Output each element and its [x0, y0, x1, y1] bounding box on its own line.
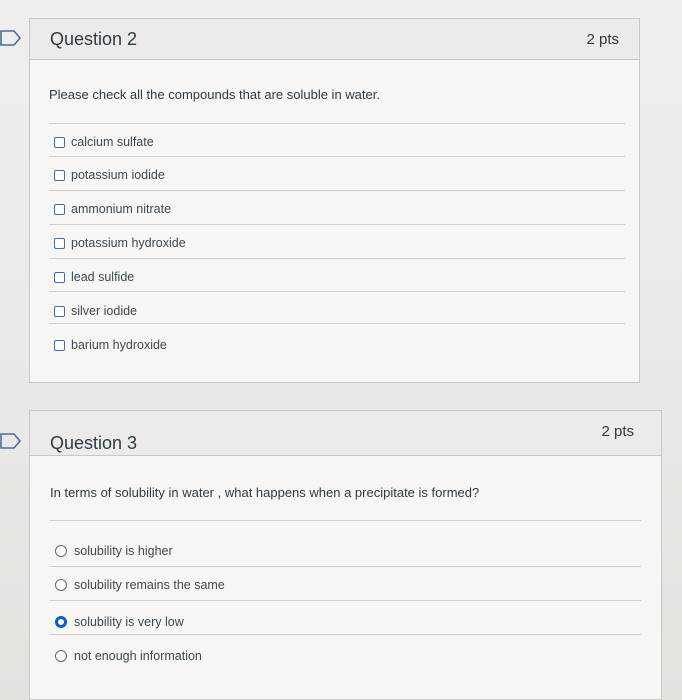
answer-label: solubility remains the same: [74, 578, 225, 592]
checkbox[interactable]: [54, 305, 65, 317]
question-2-points: 2 pts: [586, 31, 619, 48]
answer-option[interactable]: solubility is very low: [55, 611, 184, 633]
answer-option[interactable]: calcium sulfate: [54, 131, 154, 153]
answer-option[interactable]: potassium iodide: [54, 164, 165, 186]
answer-label: solubility is very low: [74, 615, 184, 629]
answer-label: barium hydroxide: [71, 338, 167, 352]
divider: [49, 123, 625, 124]
divider: [50, 566, 641, 567]
answer-label: not enough information: [74, 649, 202, 663]
checkbox[interactable]: [54, 203, 65, 215]
divider: [50, 520, 641, 521]
checkbox[interactable]: [54, 339, 65, 351]
radio-button-selected[interactable]: [55, 616, 67, 628]
flag-question-icon[interactable]: [0, 433, 22, 449]
divider: [49, 156, 625, 157]
question-3-header: Question 3 2 pts: [30, 411, 661, 456]
checkbox[interactable]: [54, 271, 65, 283]
answer-label: ammonium nitrate: [71, 202, 172, 216]
answer-label: potassium iodide: [71, 168, 165, 182]
flag-question-icon[interactable]: [0, 30, 22, 46]
checkbox[interactable]: [54, 237, 65, 249]
question-2-header: Question 2 2 pts: [30, 19, 639, 60]
checkbox[interactable]: [54, 136, 65, 148]
divider: [49, 258, 625, 259]
radio-button[interactable]: [55, 545, 67, 557]
answer-option[interactable]: silver iodide: [54, 300, 137, 322]
answer-option[interactable]: solubility is higher: [55, 540, 173, 562]
answer-label: solubility is higher: [74, 544, 173, 558]
question-3-card: Question 3 2 pts In terms of solubility …: [29, 410, 662, 700]
divider: [49, 224, 625, 225]
answer-label: silver iodide: [71, 304, 138, 318]
checkbox[interactable]: [54, 169, 65, 181]
answer-option[interactable]: solubility remains the same: [55, 574, 225, 596]
divider: [50, 600, 641, 601]
answer-option[interactable]: barium hydroxide: [54, 334, 167, 356]
question-3-title: Question 3: [50, 433, 138, 453]
radio-button[interactable]: [55, 650, 67, 662]
answer-option[interactable]: not enough information: [55, 645, 202, 667]
answer-label: lead sulfide: [71, 270, 135, 284]
answer-label: calcium sulfate: [71, 135, 154, 149]
question-2-card: Question 2 2 pts Please check all the co…: [29, 18, 640, 383]
quiz-page: Question 2 2 pts Please check all the co…: [0, 0, 682, 700]
radio-button[interactable]: [55, 579, 67, 591]
question-2-title: Question 2: [50, 29, 138, 49]
question-3-prompt: In terms of solubility in water , what h…: [50, 485, 480, 500]
answer-option[interactable]: lead sulfide: [54, 266, 134, 288]
answer-option[interactable]: potassium hydroxide: [54, 232, 186, 254]
divider: [49, 291, 625, 292]
answer-option[interactable]: ammonium nitrate: [54, 198, 171, 220]
answer-label: potassium hydroxide: [71, 236, 186, 250]
question-3-points: 2 pts: [601, 423, 634, 440]
divider: [49, 323, 625, 324]
divider: [49, 190, 625, 191]
question-2-prompt: Please check all the compounds that are …: [49, 87, 380, 102]
divider: [50, 634, 641, 635]
